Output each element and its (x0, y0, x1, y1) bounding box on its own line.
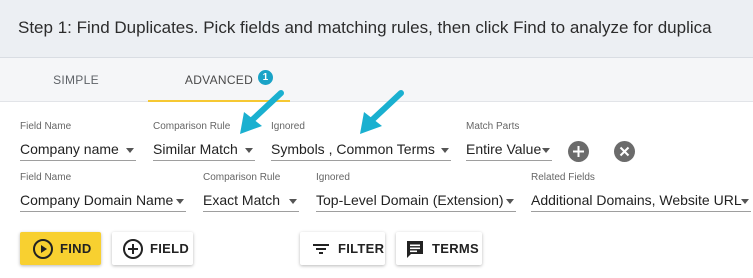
mode-tabs: SIMPLE ADVANCED 1 (0, 58, 753, 102)
row2-ignored-value: Top-Level Domain (Extension) (316, 192, 504, 208)
find-button-label: FIND (60, 241, 92, 256)
message-box-icon (407, 240, 423, 258)
chevron-down-icon (126, 148, 134, 153)
chevron-down-icon (741, 199, 749, 204)
chevron-down-icon (176, 199, 184, 204)
row2-field-name-label: Field Name (20, 172, 72, 183)
tab-advanced-label: ADVANCED (184, 73, 254, 87)
add-field-button[interactable]: FIELD (112, 232, 193, 265)
row1-match-parts-value: Entire Value (466, 141, 542, 157)
chevron-down-icon (245, 148, 253, 153)
row2-field-name-select[interactable]: Company Domain Name (20, 190, 186, 212)
chevron-down-icon (441, 148, 449, 153)
tab-simple[interactable]: SIMPLE (20, 58, 132, 102)
row1-ignored-label: Ignored (271, 121, 305, 132)
row1-comparison-rule-select[interactable]: Similar Match (153, 139, 255, 161)
row1-field-name-value: Company name (20, 141, 119, 157)
chevron-down-icon (289, 199, 297, 204)
chevron-down-icon (506, 199, 514, 204)
row2-related-fields-select[interactable]: Additional Domains, Website URL (531, 190, 751, 212)
row2-comparison-rule-label: Comparison Rule (203, 172, 281, 183)
filter-button-label: FILTER (338, 241, 385, 256)
terms-button[interactable]: TERMS (396, 232, 482, 265)
filter-button[interactable]: FILTER (300, 232, 385, 265)
add-circle-outline-icon (123, 238, 143, 259)
tab-simple-label: SIMPLE (53, 73, 99, 87)
row1-match-parts-select[interactable]: Entire Value (466, 139, 552, 161)
row2-comparison-rule-value: Exact Match (203, 192, 281, 208)
row2-field-name-value: Company Domain Name (20, 192, 174, 208)
add-rule-button[interactable] (568, 141, 589, 162)
row2-ignored-label: Ignored (316, 172, 350, 183)
active-tab-indicator (148, 100, 290, 102)
play-circle-icon (33, 238, 53, 259)
remove-rule-button[interactable] (614, 141, 635, 162)
row2-related-fields-label: Related Fields (531, 172, 595, 183)
terms-button-label: TERMS (432, 241, 479, 256)
instructions-text: Step 1: Find Duplicates. Pick fields and… (18, 18, 712, 37)
row2-ignored-select[interactable]: Top-Level Domain (Extension) (316, 190, 516, 212)
row1-match-parts-label: Match Parts (466, 121, 520, 132)
row1-field-name-select[interactable]: Company name (20, 139, 136, 161)
filter-lines-icon (313, 243, 329, 254)
row2-comparison-rule-select[interactable]: Exact Match (203, 190, 299, 212)
instructions-header: Step 1: Find Duplicates. Pick fields and… (0, 0, 753, 58)
row2-related-fields-value: Additional Domains, Website URL (531, 192, 742, 208)
tab-advanced[interactable]: ADVANCED 1 (148, 58, 290, 102)
row1-ignored-value: Symbols , Common Terms (271, 141, 435, 157)
field-button-label: FIELD (150, 241, 190, 256)
row1-comparison-rule-value: Similar Match (153, 141, 238, 157)
row1-ignored-select[interactable]: Symbols , Common Terms (271, 139, 451, 161)
row1-comparison-rule-label: Comparison Rule (153, 121, 231, 132)
add-circle-icon (573, 146, 584, 157)
find-button[interactable]: FIND (20, 232, 101, 265)
tab-advanced-badge: 1 (258, 70, 273, 85)
chevron-down-icon (542, 148, 550, 153)
close-circle-icon (619, 146, 630, 157)
row1-field-name-label: Field Name (20, 121, 72, 132)
